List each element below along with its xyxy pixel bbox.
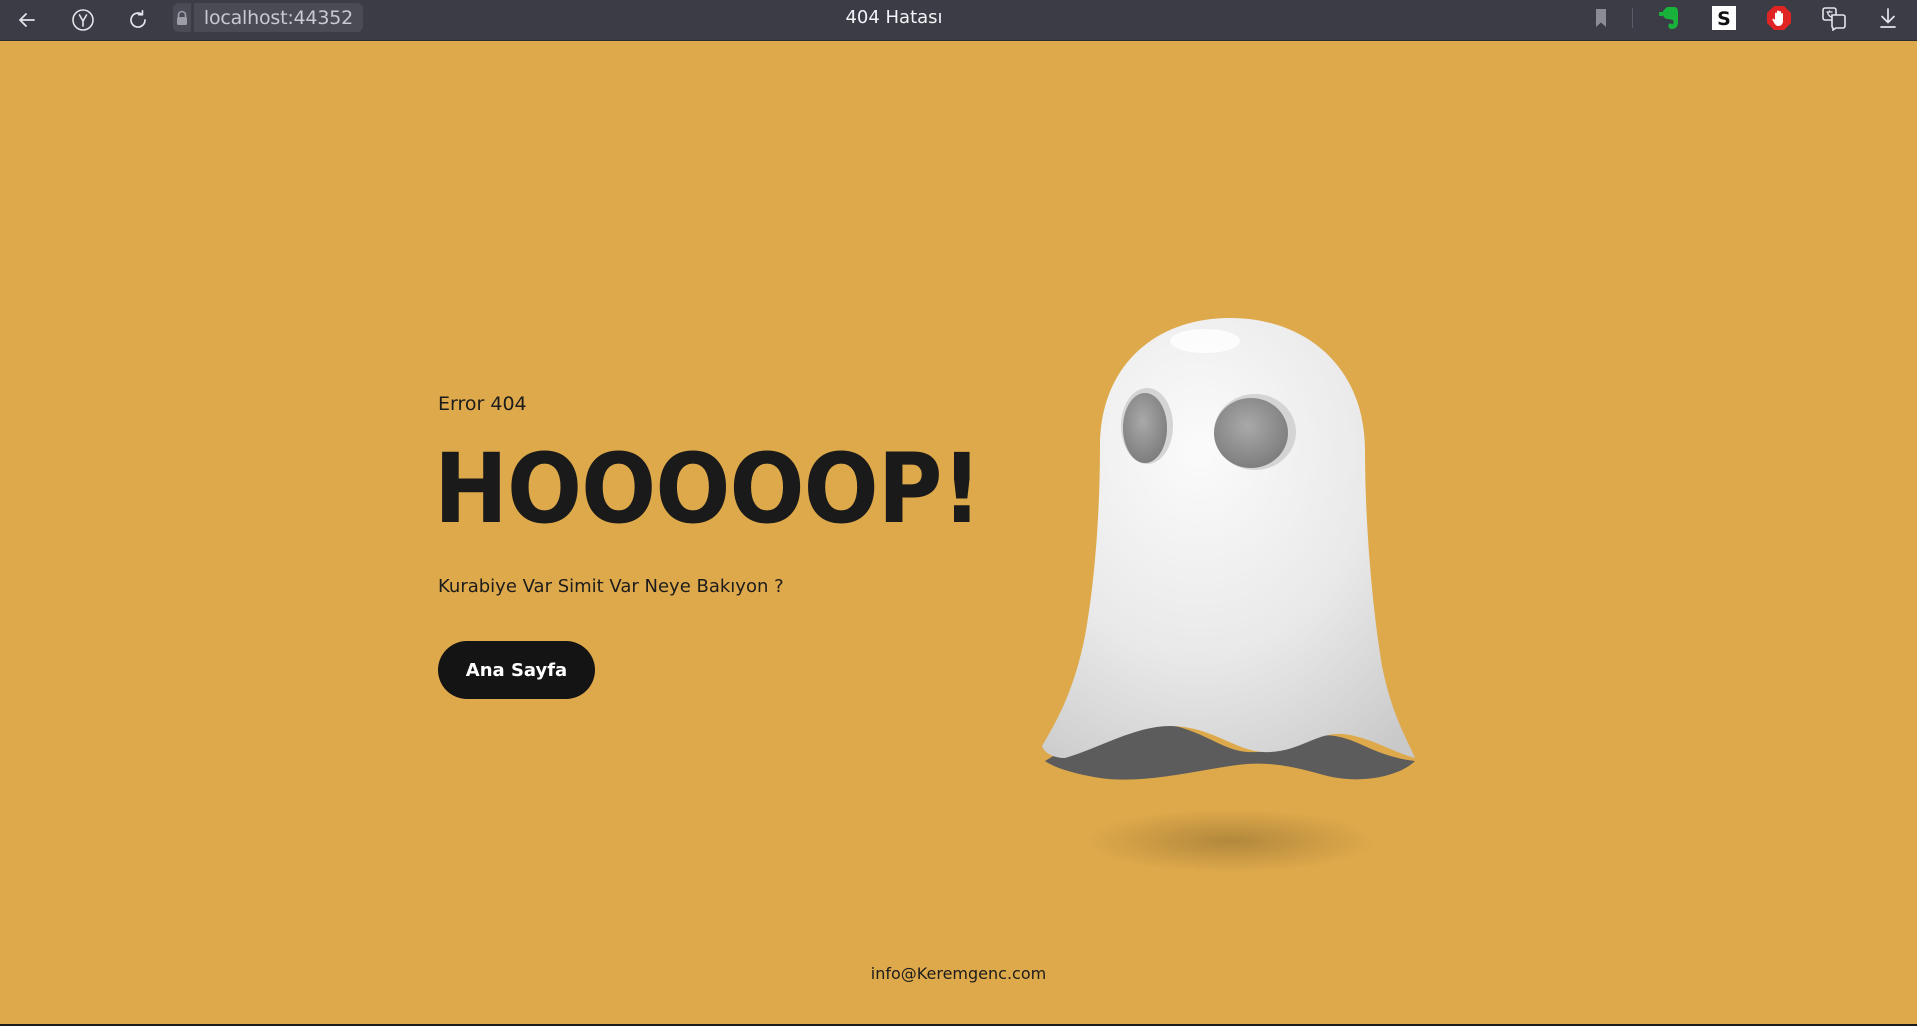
ghost-left-eye-hole <box>1123 393 1167 463</box>
toolbar-divider <box>1632 8 1633 28</box>
svg-text:S: S <box>1717 8 1731 30</box>
adblock-extension-button[interactable] <box>1765 4 1793 32</box>
tab-title: 404 Hatası <box>845 6 943 28</box>
browser-toolbar: localhost:44352 404 Hatası S <box>0 0 1917 41</box>
download-icon <box>1880 8 1896 28</box>
page-content: Error 404 HOOOOOP! Kurabiye Var Simit Va… <box>0 41 1917 1026</box>
adblock-hand-icon <box>1767 6 1791 30</box>
ghost-illustration <box>1042 318 1415 873</box>
evernote-icon <box>1659 7 1678 29</box>
ghost-body <box>1042 318 1415 758</box>
bookmark-icon <box>1596 9 1606 27</box>
footer-email[interactable]: info@Keremgenc.com <box>0 964 1917 983</box>
bookmark-button[interactable] <box>1587 4 1615 32</box>
ghost-right-eye-hole <box>1214 398 1288 468</box>
home-button[interactable]: Ana Sayfa <box>438 641 595 699</box>
ghost-shadow <box>1085 809 1375 873</box>
evernote-extension-button[interactable] <box>1655 4 1683 32</box>
headline: HOOOOOP! <box>434 433 982 545</box>
downloads-button[interactable] <box>1874 4 1902 32</box>
ghost-highlight <box>1170 329 1240 353</box>
error-code-label: Error 404 <box>438 393 527 415</box>
s-extension-button[interactable]: S <box>1710 4 1738 32</box>
s-extension-icon: S <box>1712 6 1736 30</box>
translate-extension-button[interactable] <box>1820 4 1848 32</box>
translate-icon <box>1822 7 1846 31</box>
subtitle: Kurabiye Var Simit Var Neye Bakıyon ? <box>438 576 784 597</box>
